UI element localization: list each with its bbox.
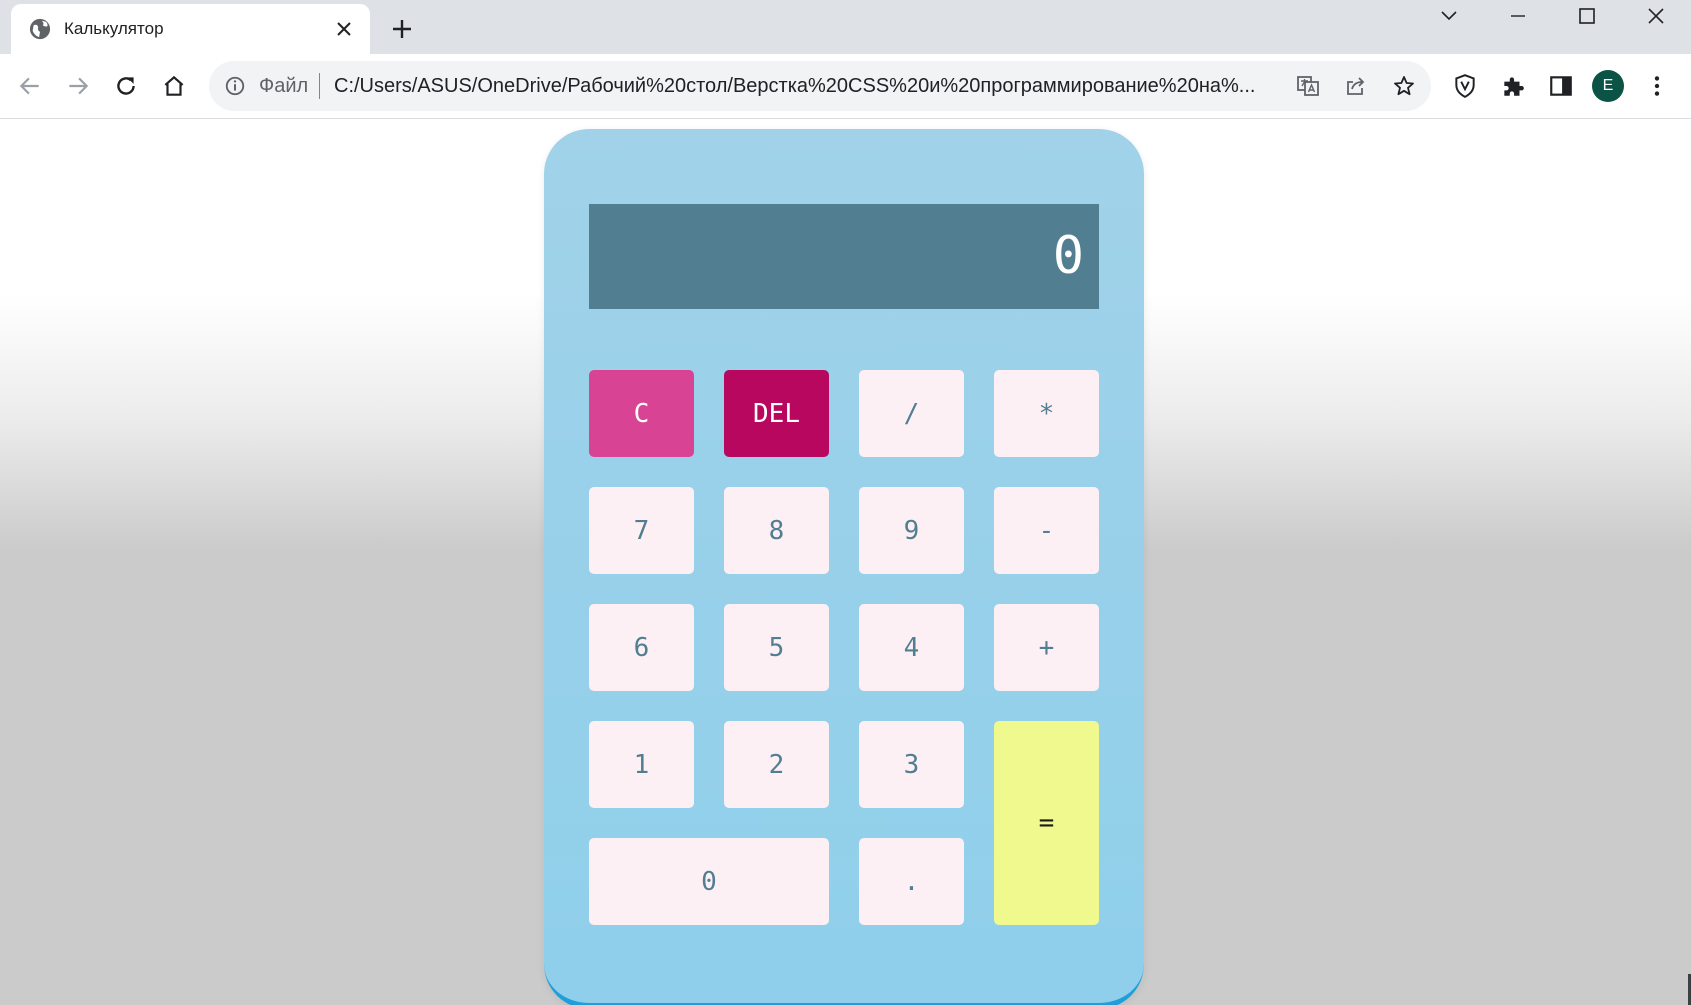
digit-7-button[interactable]: 7 <box>589 487 694 574</box>
shield-v-icon[interactable] <box>1452 73 1478 99</box>
kebab-menu-icon[interactable] <box>1644 73 1670 99</box>
home-icon[interactable] <box>161 73 187 99</box>
decimal-point-button[interactable]: . <box>859 838 964 925</box>
arrow-right-icon[interactable] <box>65 73 91 99</box>
digit-9-button[interactable]: 9 <box>859 487 964 574</box>
page-viewport: 0 C DEL / * 7 8 9 - 6 5 4 + 1 2 3 = 0 . <box>0 119 1691 1005</box>
digit-4-button[interactable]: 4 <box>859 604 964 691</box>
tab-strip: Калькулятор <box>0 0 1691 54</box>
address-bar[interactable]: Файл C:/Users/ASUS/OneDrive/Рабочий%20ст… <box>209 61 1431 111</box>
profile-avatar[interactable]: E <box>1592 70 1624 102</box>
url-text[interactable]: C:/Users/ASUS/OneDrive/Рабочий%20стол/Ве… <box>334 75 1404 98</box>
delete-button[interactable]: DEL <box>724 370 829 457</box>
plus-button[interactable]: + <box>994 604 1099 691</box>
share-icon[interactable] <box>1344 74 1368 98</box>
digit-5-button[interactable]: 5 <box>724 604 829 691</box>
digit-8-button[interactable]: 8 <box>724 487 829 574</box>
calculator: 0 C DEL / * 7 8 9 - 6 5 4 + 1 2 3 = 0 . <box>544 129 1144 1005</box>
clear-button[interactable]: C <box>589 370 694 457</box>
globe-icon <box>29 18 51 40</box>
display-value: 0 <box>1052 226 1084 286</box>
reload-icon[interactable] <box>113 73 139 99</box>
star-icon[interactable] <box>1392 74 1416 98</box>
puzzle-icon[interactable] <box>1500 73 1526 99</box>
digit-3-button[interactable]: 3 <box>859 721 964 808</box>
translate-icon[interactable] <box>1296 74 1320 98</box>
url-scheme-label: Файл <box>259 75 309 97</box>
info-icon[interactable] <box>224 75 246 97</box>
multiply-button[interactable]: * <box>994 370 1099 457</box>
equals-button[interactable]: = <box>994 721 1099 925</box>
sidepanel-icon[interactable] <box>1548 73 1574 99</box>
digit-0-button[interactable]: 0 <box>589 838 829 925</box>
url-separator <box>319 73 320 99</box>
close-icon[interactable] <box>1644 4 1668 28</box>
digit-6-button[interactable]: 6 <box>589 604 694 691</box>
digit-2-button[interactable]: 2 <box>724 721 829 808</box>
browser-tab[interactable]: Калькулятор <box>11 4 370 54</box>
plus-icon[interactable] <box>390 17 414 41</box>
minus-button[interactable]: - <box>994 487 1099 574</box>
browser-toolbar: Файл C:/Users/ASUS/OneDrive/Рабочий%20ст… <box>0 54 1691 119</box>
chevron-down-icon[interactable] <box>1437 4 1461 28</box>
divide-button[interactable]: / <box>859 370 964 457</box>
close-icon[interactable] <box>334 19 354 39</box>
arrow-left-icon[interactable] <box>17 73 43 99</box>
digit-1-button[interactable]: 1 <box>589 721 694 808</box>
maximize-icon[interactable] <box>1575 4 1599 28</box>
minimize-icon[interactable] <box>1506 4 1530 28</box>
tab-title: Калькулятор <box>64 19 164 38</box>
calculator-display: 0 <box>589 204 1099 309</box>
